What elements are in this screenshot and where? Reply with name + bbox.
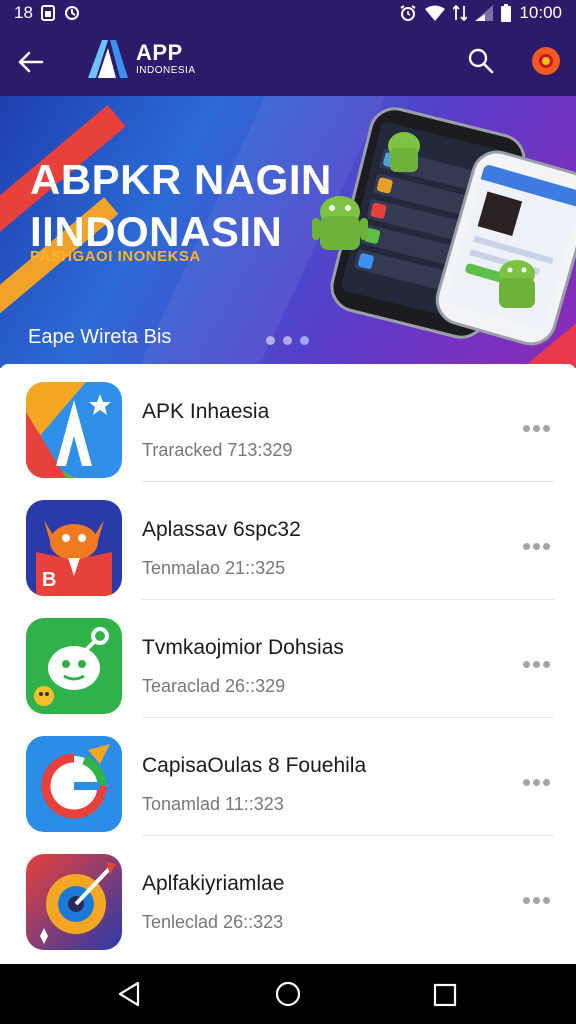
app-meta: Tenleclad 26::323 <box>142 912 284 932</box>
blue-g-icon <box>26 736 122 832</box>
more-options-icon[interactable] <box>518 538 554 554</box>
nav-back-icon[interactable] <box>116 981 142 1007</box>
data-arrows-icon <box>453 4 468 22</box>
status-time: 10:00 <box>519 3 562 22</box>
app-list-item[interactable]: APK Inhaesia Traracked 713:329 <box>0 364 576 482</box>
sim-icon <box>40 5 55 21</box>
app-list-item[interactable]: CapisaOulas 8 Fouehila Tonamlad 11::323 <box>0 718 576 836</box>
promo-banner[interactable]: ABPKR NAGIN IINDONASIN PASHGAOI INONEKSA… <box>0 96 576 368</box>
more-options-icon[interactable] <box>518 774 554 790</box>
avatar-emblem-icon <box>539 54 553 68</box>
banner-caption: Eape Wireta Bis <box>28 326 172 348</box>
status-left: 18 <box>14 3 81 23</box>
carousel-dot-active[interactable] <box>300 336 309 345</box>
sync-icon <box>64 6 79 20</box>
svg-text:B: B <box>42 569 56 591</box>
app-bar: APP INDONESIA <box>0 26 576 96</box>
more-options-icon[interactable] <box>518 656 554 672</box>
app-list-item[interactable]: Aplfakiyriamlae Tenleclad 26::323 <box>0 836 576 954</box>
nav-home-icon[interactable] <box>274 980 302 1008</box>
profile-avatar[interactable] <box>532 47 560 75</box>
app-name: Aplfakiyriamlae <box>142 872 285 895</box>
status-right: 10:00 <box>399 3 562 23</box>
battery-icon <box>501 4 512 22</box>
logo-mark-icon <box>88 40 128 78</box>
banner-subtitle: PASHGAOI INONEKSA <box>30 248 201 265</box>
logo-title: APP <box>136 40 183 65</box>
more-options-icon[interactable] <box>518 420 554 436</box>
app-list-item[interactable]: B Aplassav 6spc32 Tenmalao 21::325 <box>0 482 576 600</box>
app-name: Tvmkaojmior Dohsias <box>142 636 344 659</box>
app-meta: Tonamlad 11::323 <box>142 794 284 814</box>
carousel-dot[interactable] <box>283 336 292 345</box>
banner-title: ABPKR NAGIN IINDONASIN <box>30 156 332 255</box>
android-robot-icon <box>312 196 368 250</box>
more-options-icon[interactable] <box>518 892 554 908</box>
back-arrow-icon[interactable] <box>14 46 46 78</box>
app-logo: APP INDONESIA <box>86 38 196 80</box>
carousel-indicator <box>266 336 309 345</box>
app-meta: Tearaclad 26::329 <box>142 676 286 696</box>
status-time-left: 18 <box>14 3 33 22</box>
alarm-icon <box>400 5 417 21</box>
carousel-dot[interactable] <box>266 336 275 345</box>
app-meta: Traracked 713:329 <box>142 440 293 460</box>
app-name: APK Inhaesia <box>142 400 270 423</box>
nav-recent-apps-icon[interactable] <box>433 983 457 1007</box>
search-icon[interactable] <box>466 46 496 76</box>
colorful-a-icon <box>26 382 122 478</box>
status-bar: 18 10:00 <box>0 0 576 26</box>
app-list-item[interactable]: Tvmkaojmior Dohsias Tearaclad 26::329 <box>0 600 576 718</box>
green-robot-icon <box>26 618 122 714</box>
system-nav-bar <box>0 964 576 1024</box>
android-robot-icon-top <box>388 132 420 172</box>
logo-subtitle: INDONESIA <box>136 65 196 76</box>
android-robot-icon-right <box>499 260 535 308</box>
fox-b-icon: B <box>26 500 122 596</box>
app-name: Aplassav 6spc32 <box>142 518 301 541</box>
signal-icon <box>475 5 494 21</box>
orange-compass-icon <box>26 854 122 950</box>
app-name: CapisaOulas 8 Fouehila <box>142 754 367 777</box>
wifi-icon <box>425 5 446 21</box>
app-list: APK Inhaesia Traracked 713:329 B Aplassa… <box>0 364 576 964</box>
app-meta: Tenmalao 21::325 <box>142 558 286 578</box>
